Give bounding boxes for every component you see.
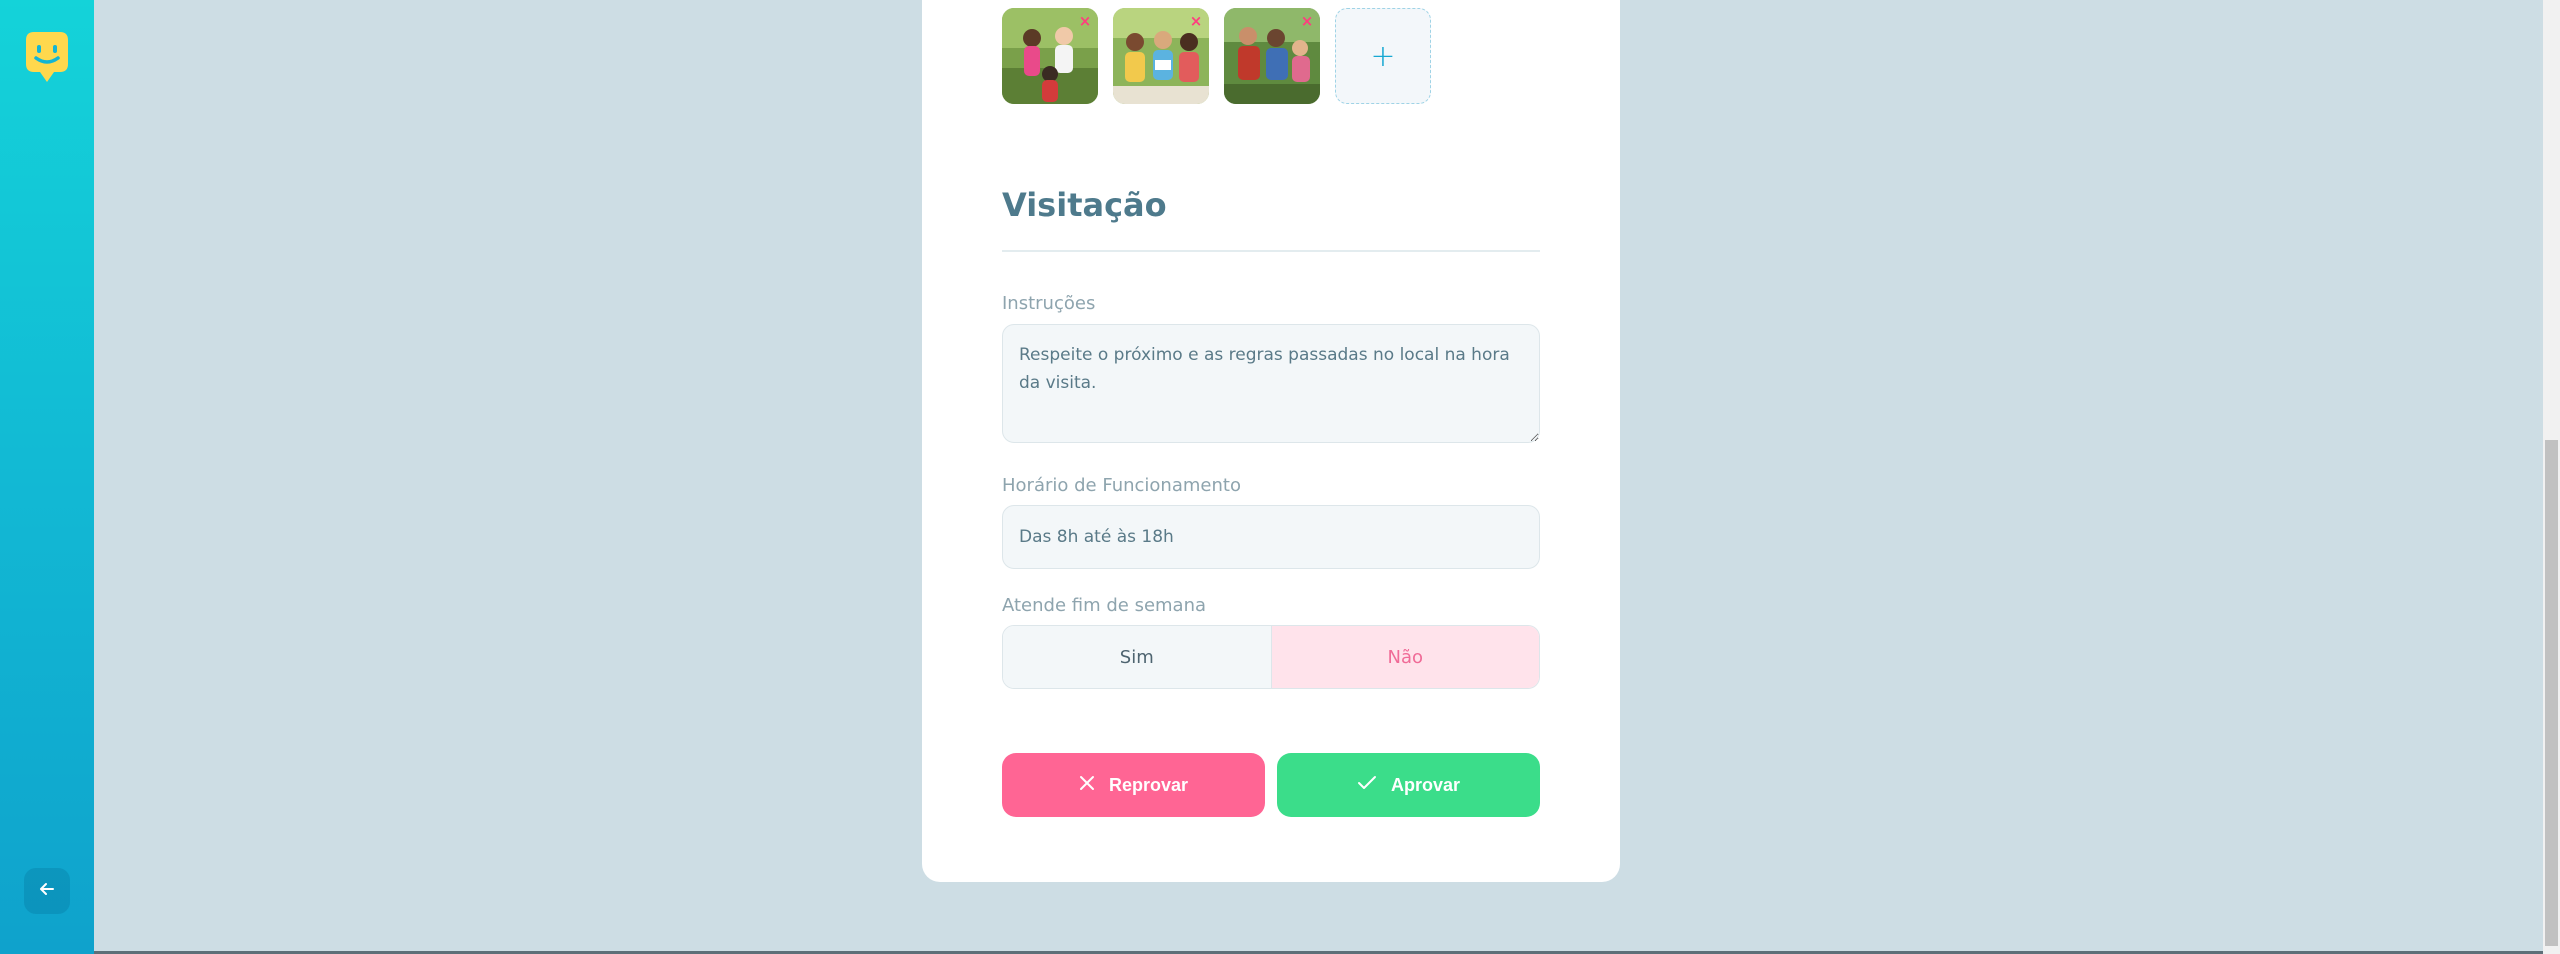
instructions-label: Instruções — [1002, 293, 1096, 314]
weekend-label: Atende fim de semana — [1002, 595, 1207, 616]
instructions-textarea[interactable]: Respeite o próximo e as regras passadas … — [1002, 324, 1540, 443]
photo-gallery: × × × + — [1002, 8, 1431, 104]
app-logo-icon[interactable] — [24, 30, 70, 86]
scrollbar-thumb[interactable] — [2545, 440, 2558, 946]
approve-button-label: Aprovar — [1390, 774, 1461, 795]
hours-label: Horário de Funcionamento — [1002, 475, 1241, 496]
weekend-yes-option[interactable]: Sim — [1003, 626, 1272, 688]
back-button[interactable] — [24, 868, 70, 914]
section-title: Visitação — [1002, 186, 1167, 224]
remove-photo-button[interactable]: × — [1187, 12, 1205, 30]
scrollbar[interactable] — [2543, 0, 2560, 954]
photo-thumbnail[interactable]: × — [1113, 8, 1209, 104]
arrow-left-icon — [37, 879, 57, 903]
weekend-toggle: Sim Não — [1002, 625, 1540, 689]
add-photo-button[interactable]: + — [1335, 8, 1431, 104]
reject-button-label: Reprovar — [1108, 774, 1189, 795]
approve-button[interactable]: Aprovar — [1277, 753, 1540, 817]
weekend-no-option[interactable]: Não — [1271, 626, 1539, 688]
remove-photo-button[interactable]: × — [1298, 12, 1316, 30]
close-icon — [1079, 775, 1095, 796]
photo-thumbnail[interactable]: × — [1002, 8, 1098, 104]
hours-input[interactable] — [1002, 505, 1540, 569]
divider — [1002, 250, 1540, 252]
reject-button[interactable]: Reprovar — [1002, 753, 1265, 817]
photo-thumbnail[interactable]: × — [1224, 8, 1320, 104]
sidebar — [0, 0, 94, 954]
remove-photo-button[interactable]: × — [1076, 12, 1094, 30]
check-icon — [1357, 775, 1377, 796]
